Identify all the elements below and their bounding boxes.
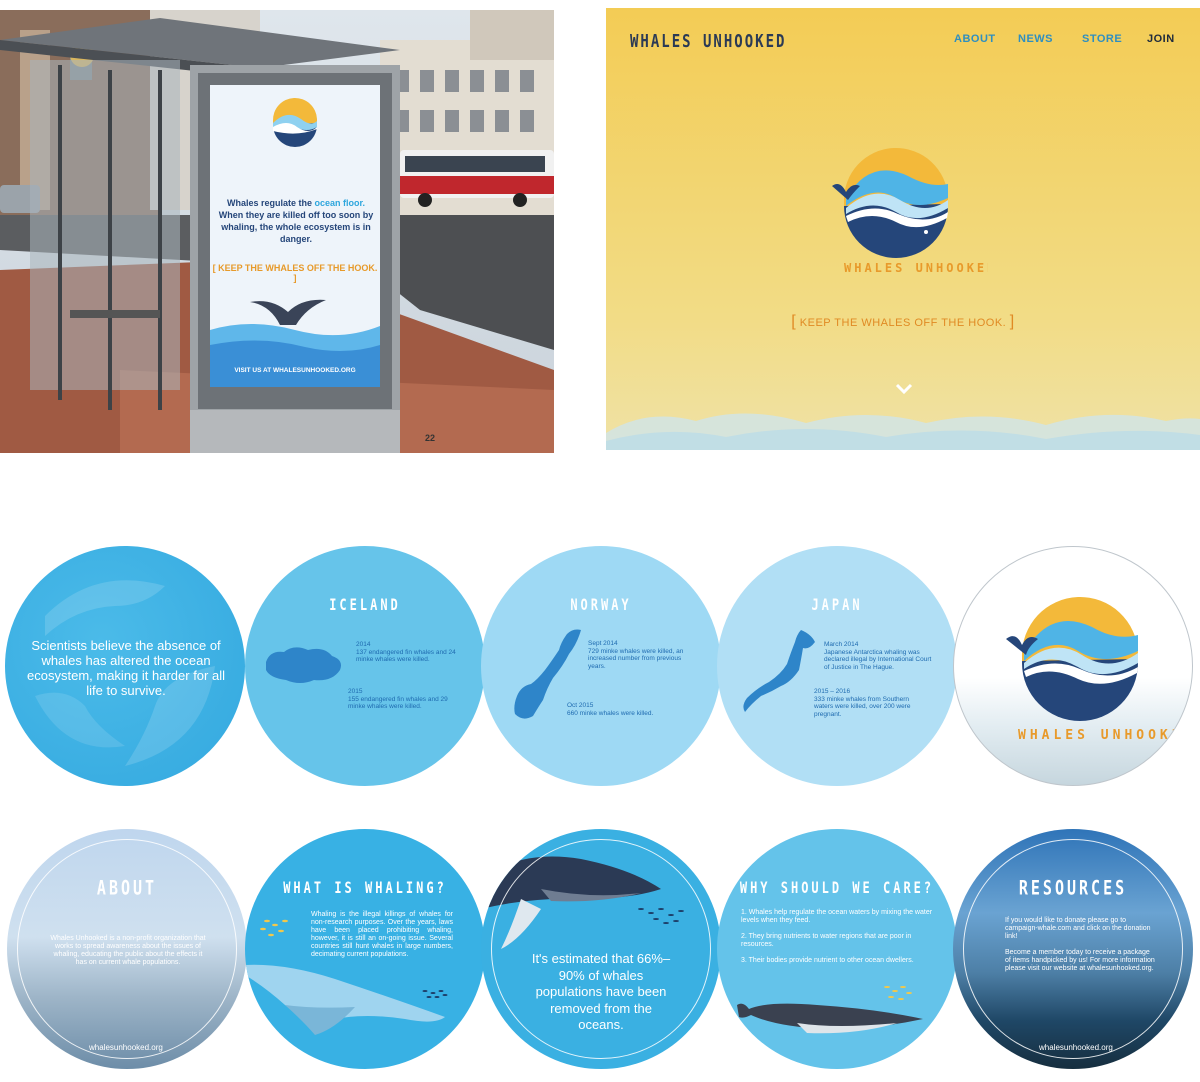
- fin-whale-illustration: [737, 986, 923, 1034]
- norway-stat-2-text: 660 minke whales were killed.: [567, 709, 654, 717]
- iceland-year-2: 2015: [348, 688, 363, 695]
- site-waves: [606, 413, 1200, 450]
- about-title: ABOUT: [96, 876, 158, 900]
- site-logo: WHALES UNHOOKED: [832, 147, 988, 275]
- coaster-resources: RESOURCES If you would like to donate pl…: [953, 829, 1193, 1069]
- japan-stat-1: March 2014 Japanese Antarctica whaling w…: [824, 641, 936, 671]
- iceland-stat-1-text: 137 endangered fin whales and 24 minke w…: [356, 648, 456, 664]
- tagline-text: KEEP THE WHALES OFF THE HOOK.: [799, 317, 1007, 329]
- resources-text: If you would like to donate please go to…: [1005, 917, 1157, 973]
- iceland-stat-1: 2014 137 endangered fin whales and 24 mi…: [356, 641, 466, 664]
- plate-number: 22: [425, 433, 436, 443]
- resources-donate: If you would like to donate please go to…: [1005, 917, 1151, 940]
- coaster-scientists: Scientists believe the absence of whales…: [5, 546, 245, 786]
- resources-title: RESOURCES: [1018, 876, 1128, 900]
- poster-message-part: , the whole ecosystem is in danger.: [254, 222, 371, 244]
- norway-year-1: Sept 2014: [588, 640, 618, 647]
- website-mockup: WHALES UNHOOKED ABOUT NEWS STORE JOIN WH…: [606, 8, 1200, 450]
- coaster-japan: JAPAN March 2014 Japanese Antarctica wha…: [717, 546, 957, 786]
- whaling-title: WHAT IS WHALING?: [283, 878, 447, 898]
- coaster-estimate: It's estimated that 66%–90% of whales po…: [481, 829, 721, 1069]
- nav-news[interactable]: NEWS: [1018, 33, 1053, 45]
- norway-stat-1: Sept 2014 729 minke whales were killed, …: [588, 640, 698, 670]
- coaster-norway: NORWAY Sept 2014 729 minke whales were k…: [481, 546, 721, 786]
- norway-title: NORWAY: [570, 595, 632, 615]
- about-url[interactable]: whalesunhooked.org: [89, 1043, 163, 1052]
- norway-stat-1-text: 729 minke whales were killed, an increas…: [588, 647, 684, 670]
- tagline-bracket-right: ]: [1009, 313, 1015, 330]
- coaster-logo: WHALES UNHOOKED: [953, 546, 1193, 786]
- coaster-logo-text: WHALES UNHOOKED: [1018, 728, 1178, 743]
- poster-message-part: Whales regulate the: [226, 198, 315, 208]
- resources-url[interactable]: whalesunhooked.org: [1039, 1043, 1113, 1052]
- poster-message-highlight: ocean floor.: [314, 198, 366, 208]
- iceland-stat-2: 2015 155 endangered fin whales and 29 mi…: [348, 688, 458, 711]
- poster-logo: [272, 97, 317, 147]
- japan-stat-2: 2015 – 2016 333 minke whales from Southe…: [814, 688, 924, 718]
- iceland-title: ICELAND: [329, 595, 401, 615]
- nav-about[interactable]: ABOUT: [954, 33, 996, 45]
- coaster-why-care: WHY SHOULD WE CARE? 1. Whales help regul…: [717, 829, 957, 1069]
- poster-tagline: [ KEEP THE WHALES OFF THE HOOK. ]: [212, 263, 378, 283]
- care-text: 1. Whales help regulate the ocean waters…: [741, 909, 935, 965]
- japan-map: [743, 630, 815, 712]
- bus-shelter-poster: Whales regulate the ocean floor. When th…: [210, 85, 380, 387]
- poster-message-part: When they are killed off too soon by: [218, 210, 374, 220]
- whale-illustration: [245, 919, 448, 1035]
- japan-year-1: March 2014: [824, 641, 859, 648]
- coaster-iceland: ICELAND 2014 137 endangered fin whales a…: [245, 546, 485, 786]
- tagline-bracket-left: [: [791, 313, 797, 330]
- bus-shelter-photo: Whales regulate the ocean floor. When th…: [0, 10, 554, 453]
- nav-join[interactable]: JOIN: [1147, 33, 1175, 45]
- poster-message: Whales regulate the ocean floor. When th…: [218, 197, 374, 245]
- site-tagline: [ KEEP THE WHALES OFF THE HOOK. ]: [606, 313, 1200, 331]
- coaster-logo-emblem: WHALES UNHOOKED: [1006, 596, 1178, 743]
- iceland-year-1: 2014: [356, 641, 371, 648]
- about-text: Whales Unhooked is a non-profit organiza…: [50, 935, 206, 966]
- norway-stat-2: Oct 2015 660 minke whales were killed.: [567, 702, 687, 717]
- care-point-2: 2. They bring nutrients to water regions…: [741, 933, 912, 948]
- care-point-1: 1. Whales help regulate the ocean waters…: [741, 909, 933, 924]
- poster-url: VISIT US AT WHALESUNHOOKED.ORG: [234, 367, 356, 374]
- coaster-about: ABOUT Whales Unhooked is a non-profit or…: [7, 829, 247, 1069]
- poster-message-bold: whaling: [221, 222, 255, 232]
- norway-year-2: Oct 2015: [567, 702, 594, 709]
- coaster-what-is-whaling: WHAT IS WHALING? Whaling is the illegal …: [245, 829, 485, 1069]
- care-point-3: 3. Their bodies provide nutrient to othe…: [741, 957, 914, 964]
- estimate-ring: [491, 839, 711, 1059]
- iceland-map: [266, 647, 341, 683]
- chevron-down-icon[interactable]: [895, 380, 913, 398]
- japan-title: JAPAN: [811, 595, 863, 615]
- site-logo-text: WHALES UNHOOKED: [844, 261, 988, 275]
- care-title: WHY SHOULD WE CARE?: [739, 878, 935, 898]
- resources-membership: Become a member today to receive a packa…: [1005, 949, 1155, 972]
- site-brand[interactable]: WHALES UNHOOKED: [630, 32, 786, 52]
- japan-stat-1-text: Japanese Antarctica whaling was declared…: [824, 648, 932, 671]
- japan-year-2: 2015 – 2016: [814, 688, 851, 695]
- iceland-stat-2-text: 155 endangered fin whales and 29 minke w…: [348, 695, 448, 711]
- japan-stat-2-text: 333 minke whales from Southern waters we…: [814, 695, 911, 718]
- scientists-text: Scientists believe the absence of whales…: [27, 638, 225, 698]
- nav-store[interactable]: STORE: [1082, 33, 1122, 45]
